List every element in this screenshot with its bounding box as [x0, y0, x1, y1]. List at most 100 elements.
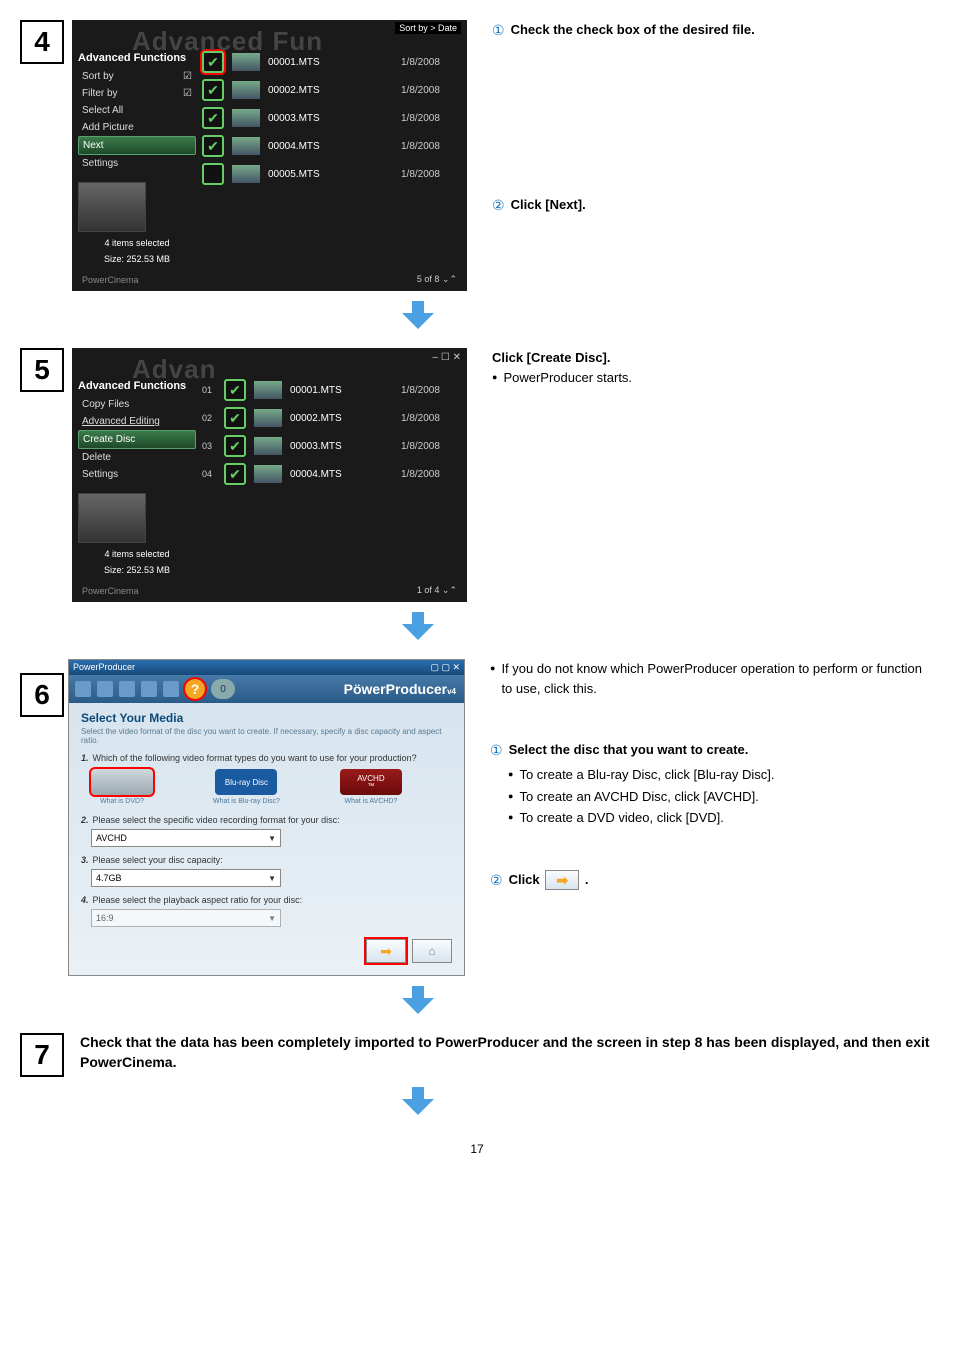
file-date: 1/8/2008 [401, 85, 461, 96]
sidebar-header: Advanced Functions [78, 52, 196, 64]
bluray-format-button[interactable]: Blu-ray Disc [215, 769, 277, 795]
section-subtext: Select the video format of the disc you … [81, 727, 452, 745]
question-2: Please select the specific video recordi… [93, 815, 340, 825]
checkbox-icon[interactable]: ✔ [202, 79, 224, 101]
instruction-heading: Click [Create Disc]. [492, 348, 934, 368]
page-count: 5 of 8 [417, 274, 440, 284]
file-name: 00004.MTS [268, 141, 393, 152]
menu-sort-by[interactable]: Sort by☑ [78, 68, 196, 85]
instruction-text: Check the check box of the desired file. [511, 20, 755, 40]
thumbnail [254, 465, 282, 483]
sidebar-header: Advanced Functions [78, 380, 196, 392]
file-row[interactable]: 01 ✔ 00001.MTS 1/8/2008 [202, 376, 461, 404]
instruction-text: . [585, 872, 589, 887]
next-button[interactable]: ➡ [366, 939, 406, 963]
file-date: 1/8/2008 [401, 141, 461, 152]
checkbox-icon[interactable]: ✔ [224, 463, 246, 485]
footer-brand: PowerCinema [82, 586, 139, 596]
down-arrow-icon [220, 301, 615, 336]
file-row[interactable]: 02 ✔ 00002.MTS 1/8/2008 [202, 404, 461, 432]
powerproducer-window: PowerProducer ▢ ▢ ✕ ? 0 PöwerProducerv4 … [68, 659, 465, 976]
menu-filter-by[interactable]: Filter by☑ [78, 85, 196, 102]
checkbox-icon[interactable]: ✔ [202, 107, 224, 129]
thumbnail [254, 409, 282, 427]
checkbox-icon[interactable]: ✔ [224, 379, 246, 401]
thumbnail [254, 437, 282, 455]
question-3: Please select your disc capacity: [93, 855, 223, 865]
section-heading: Select Your Media [81, 711, 452, 725]
preview-thumbnail [78, 493, 146, 543]
checkbox-icon[interactable]: ✔ [224, 407, 246, 429]
menu-settings[interactable]: Settings [78, 155, 196, 172]
help-icon[interactable]: ? [185, 679, 205, 699]
recording-format-select[interactable]: AVCHD▼ [91, 829, 281, 847]
status-size: Size: 252.53 MB [78, 254, 196, 264]
thumbnail [254, 381, 282, 399]
thumbnail [232, 109, 260, 127]
checkbox-icon[interactable]: ✔ [224, 435, 246, 457]
file-row[interactable]: 03 ✔ 00003.MTS 1/8/2008 [202, 432, 461, 460]
instruction-bullet: To create a DVD video, click [DVD]. [519, 808, 723, 828]
menu-add-picture[interactable]: Add Picture [78, 119, 196, 136]
page-number: 17 [20, 1142, 934, 1156]
tip-text: If you do not know which PowerProducer o… [501, 659, 934, 698]
file-row[interactable]: ✔ 00004.MTS 1/8/2008 [202, 132, 461, 160]
instruction-bullet: To create a Blu-ray Disc, click [Blu-ray… [519, 765, 774, 785]
toolbar-icon[interactable] [75, 681, 91, 697]
window-title: PowerProducer [73, 662, 135, 673]
app-logo: PöwerProducerv4 [344, 681, 456, 697]
file-name: 00003.MTS [268, 113, 393, 124]
file-row[interactable]: ✔ 00003.MTS 1/8/2008 [202, 104, 461, 132]
circled-1-icon: ① [492, 20, 505, 41]
row-index: 03 [202, 441, 216, 451]
status-items: 4 items selected [78, 549, 196, 559]
file-name: 00005.MTS [268, 169, 393, 180]
row-index: 01 [202, 385, 216, 395]
circled-2-icon: ② [492, 195, 505, 216]
down-arrow-icon [220, 1087, 615, 1122]
home-button[interactable]: ⌂ [412, 939, 452, 963]
window-buttons[interactable]: ▢ ▢ ✕ [430, 662, 460, 673]
file-name: 00001.MTS [268, 57, 393, 68]
file-date: 1/8/2008 [401, 169, 461, 180]
file-name: 00003.MTS [290, 441, 393, 452]
window-controls[interactable]: – ☐ ✕ [433, 352, 461, 363]
toolbar-icon[interactable] [163, 681, 179, 697]
aspect-ratio-select[interactable]: 16:9▼ [91, 909, 281, 927]
question-4: Please select the playback aspect ratio … [93, 895, 303, 905]
step-number: 4 [20, 20, 64, 64]
menu-delete[interactable]: Delete [78, 449, 196, 466]
menu-advanced-editing[interactable]: Advanced Editing [78, 413, 196, 430]
menu-next[interactable]: Next [78, 136, 196, 155]
what-is-avchd-link[interactable]: What is AVCHD? [340, 798, 402, 805]
avchd-format-button[interactable]: AVCHD™ [340, 769, 402, 795]
disc-capacity-select[interactable]: 4.7GB▼ [91, 869, 281, 887]
toolbar-icon[interactable] [97, 681, 113, 697]
what-is-bluray-link[interactable]: What is Blu-ray Disc? [213, 798, 280, 805]
arrow-right-icon: ➡ [380, 943, 392, 960]
preview-thumbnail [78, 182, 146, 232]
file-row[interactable]: ✔ 00001.MTS 1/8/2008 [202, 48, 461, 76]
file-date: 1/8/2008 [401, 57, 461, 68]
file-row[interactable]: ✔ 00002.MTS 1/8/2008 [202, 76, 461, 104]
file-name: 00001.MTS [290, 385, 393, 396]
checkbox-icon[interactable]: ✔ [202, 135, 224, 157]
menu-create-disc[interactable]: Create Disc [78, 430, 196, 449]
file-row[interactable]: ✔ 00005.MTS 1/8/2008 [202, 160, 461, 188]
home-icon: ⌂ [428, 944, 435, 958]
file-row[interactable]: 04 ✔ 00004.MTS 1/8/2008 [202, 460, 461, 488]
down-arrow-icon [220, 612, 615, 647]
instruction-text: Click [Next]. [511, 195, 586, 215]
row-index: 04 [202, 469, 216, 479]
menu-select-all[interactable]: Select All [78, 102, 196, 119]
menu-copy-files[interactable]: Copy Files [78, 396, 196, 413]
dvd-format-button[interactable] [91, 769, 153, 795]
what-is-dvd-link[interactable]: What is DVD? [91, 798, 153, 805]
status-items: 4 items selected [78, 238, 196, 248]
checkbox-icon[interactable]: ✔ [202, 51, 224, 73]
toolbar-icon[interactable] [141, 681, 157, 697]
menu-settings[interactable]: Settings [78, 466, 196, 483]
toolbar-icon[interactable] [119, 681, 135, 697]
status-size: Size: 252.53 MB [78, 565, 196, 575]
checkbox-icon[interactable]: ✔ [202, 163, 224, 185]
